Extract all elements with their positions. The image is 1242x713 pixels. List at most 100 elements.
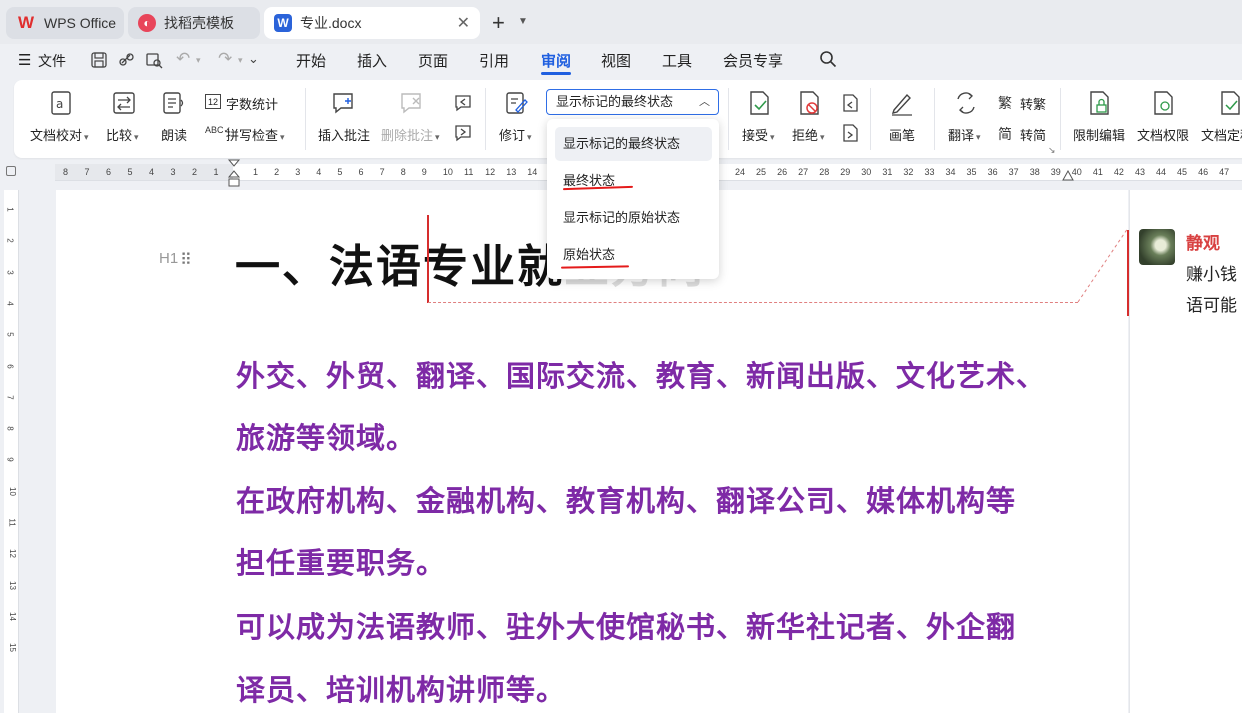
indent-marker-icon[interactable]: [227, 159, 241, 189]
chevron-down-icon[interactable]: ▼: [518, 16, 528, 27]
ruler-tick-label: 44: [1156, 167, 1167, 177]
ruler-tick-label: 38: [1029, 167, 1040, 177]
ruler-tick-label: 5: [5, 332, 15, 337]
undo-icon[interactable]: ↶: [176, 49, 190, 69]
comment-text[interactable]: 语可能: [1186, 291, 1237, 316]
spell-check-button[interactable]: 拼写检查 ▾: [226, 125, 285, 144]
ruler-tick-label: 9: [421, 167, 427, 177]
ruler-tick-label: 41: [1092, 167, 1103, 177]
expand-corner-icon[interactable]: ↘: [1048, 145, 1056, 156]
ruler-tick-label: 6: [358, 167, 364, 177]
next-revision-icon[interactable]: [840, 123, 860, 143]
ruler-tick-label: 5: [127, 167, 133, 177]
markup-state-select[interactable]: 显示标记的最终状态 ︿: [546, 89, 719, 115]
more-chevron-icon[interactable]: ⌄: [248, 51, 259, 67]
reject-label: 拒绝: [792, 128, 819, 143]
proofread-icon: a: [51, 91, 71, 115]
ruler-tick-label: 1: [5, 207, 15, 212]
compare-button[interactable]: 比较 ▾: [106, 125, 139, 144]
new-tab-icon[interactable]: +: [492, 10, 505, 36]
compare-label: 比较: [106, 128, 133, 143]
close-icon[interactable]: ✕: [457, 13, 470, 33]
ruler-tick-label: 2: [192, 167, 198, 177]
dropdown-option-original-with-markup[interactable]: 显示标记的原始状态: [555, 201, 712, 235]
menu-page[interactable]: 页面: [418, 50, 448, 71]
ruler-tick-label: 25: [756, 167, 767, 177]
translate-button[interactable]: 翻译 ▾: [948, 125, 981, 144]
link-icon[interactable]: [118, 51, 136, 69]
tab-label: 专业.docx: [300, 15, 362, 31]
hamburger-icon[interactable]: ☰: [18, 51, 31, 69]
chevron-down-icon: ▾: [770, 132, 775, 142]
chevron-up-icon: ︿: [699, 96, 710, 108]
previous-comment-icon[interactable]: [453, 94, 473, 112]
save-icon[interactable]: [90, 51, 108, 69]
menu-insert[interactable]: 插入: [357, 50, 387, 71]
heading-style-mark[interactable]: H1: [159, 250, 178, 267]
read-aloud-button[interactable]: 朗读: [161, 125, 187, 144]
menu-tools[interactable]: 工具: [662, 50, 692, 71]
word-count-button[interactable]: 字数统计: [226, 94, 278, 113]
paragraph-line[interactable]: 外交、外贸、翻译、国际交流、教育、新闻出版、文化艺术、: [236, 353, 1046, 395]
paragraph-line[interactable]: 在政府机构、金融机构、教育机构、翻译公司、媒体机构等: [236, 478, 1016, 520]
previous-revision-icon[interactable]: [840, 93, 860, 113]
to-traditional-button[interactable]: 转繁: [1020, 94, 1046, 113]
delete-comment-button[interactable]: 删除批注 ▾: [381, 125, 440, 144]
chevron-down-icon: ▾: [280, 132, 285, 142]
doc-permission-button[interactable]: 文档权限: [1137, 125, 1189, 144]
menu-view[interactable]: 视图: [601, 50, 631, 71]
vertical-ruler[interactable]: [4, 190, 19, 713]
comment-text[interactable]: 赚小钱: [1186, 260, 1237, 285]
paragraph-line[interactable]: 担任重要职务。: [236, 540, 446, 582]
dropdown-option-final-with-markup[interactable]: 显示标记的最终状态: [555, 127, 712, 161]
ruler-tick-label: 1: [253, 167, 259, 177]
menu-review[interactable]: 审阅: [541, 50, 571, 71]
track-changes-button[interactable]: 修订 ▾: [499, 125, 532, 144]
ruler-tick-label: 8: [400, 167, 406, 177]
redo-icon[interactable]: ↷: [218, 49, 232, 69]
restrict-edit-icon: [1090, 91, 1109, 115]
avatar: [1139, 229, 1175, 265]
menu-member[interactable]: 会员专享: [723, 50, 783, 71]
menu-reference[interactable]: 引用: [479, 50, 509, 71]
tab-template[interactable]: ◐ 找稻壳模板: [128, 7, 260, 39]
accept-button[interactable]: 接受 ▾: [742, 125, 775, 144]
paragraph-line[interactable]: 旅游等领域。: [236, 415, 416, 457]
restrict-edit-button[interactable]: 限制编辑: [1073, 125, 1125, 144]
search-icon[interactable]: [819, 50, 837, 68]
pen-button[interactable]: 画笔: [889, 125, 915, 144]
right-indent-marker-icon[interactable]: [1062, 170, 1074, 182]
next-comment-icon[interactable]: [453, 124, 473, 142]
ruler-tick-label: 11: [464, 167, 474, 177]
ruler-tick-label: 2: [274, 167, 280, 177]
doc-final-button[interactable]: 文档定稿: [1201, 125, 1242, 144]
undo-dropdown-icon[interactable]: ▾: [196, 55, 201, 66]
insert-comment-button[interactable]: 插入批注: [318, 125, 370, 144]
print-preview-icon[interactable]: [145, 51, 163, 69]
ruler-tick-label: 3: [170, 167, 176, 177]
tab-wps-office[interactable]: W WPS Office: [6, 7, 124, 39]
reject-button[interactable]: 拒绝 ▾: [792, 125, 825, 144]
dropdown-option-final[interactable]: 最终状态: [555, 164, 712, 198]
track-changes-label: 修订: [499, 128, 526, 143]
ruler-tick-label: 4: [149, 167, 155, 177]
delete-comment-label: 删除批注: [381, 128, 434, 143]
tab-stop-selector[interactable]: [6, 166, 16, 176]
ruler-tick-label: 15: [7, 643, 17, 653]
ribbon-separator: [870, 88, 871, 150]
ruler-tick-label: 7: [5, 395, 15, 400]
to-simplified-button[interactable]: 转简: [1020, 125, 1046, 144]
drag-handle-icon[interactable]: ⠿: [180, 250, 192, 270]
ribbon-separator: [1060, 88, 1061, 150]
ruler-tick-label: 12: [7, 549, 17, 559]
redo-dropdown-icon[interactable]: ▾: [238, 55, 243, 66]
proofread-button[interactable]: 文档校对 ▾: [30, 125, 89, 144]
ruler-tick-label: 1: [213, 167, 219, 177]
menu-file[interactable]: 文件: [38, 51, 66, 71]
paragraph-line[interactable]: 译员、培训机构讲师等。: [236, 667, 566, 709]
comment-marker-bar: [1127, 230, 1129, 316]
paragraph-line[interactable]: 可以成为法语教师、驻外大使馆秘书、新华社记者、外企翻: [236, 604, 1016, 646]
menu-start[interactable]: 开始: [296, 50, 326, 71]
ruler-tick-label: 47: [1219, 167, 1230, 177]
tab-document[interactable]: W 专业.docx ✕: [264, 7, 480, 39]
